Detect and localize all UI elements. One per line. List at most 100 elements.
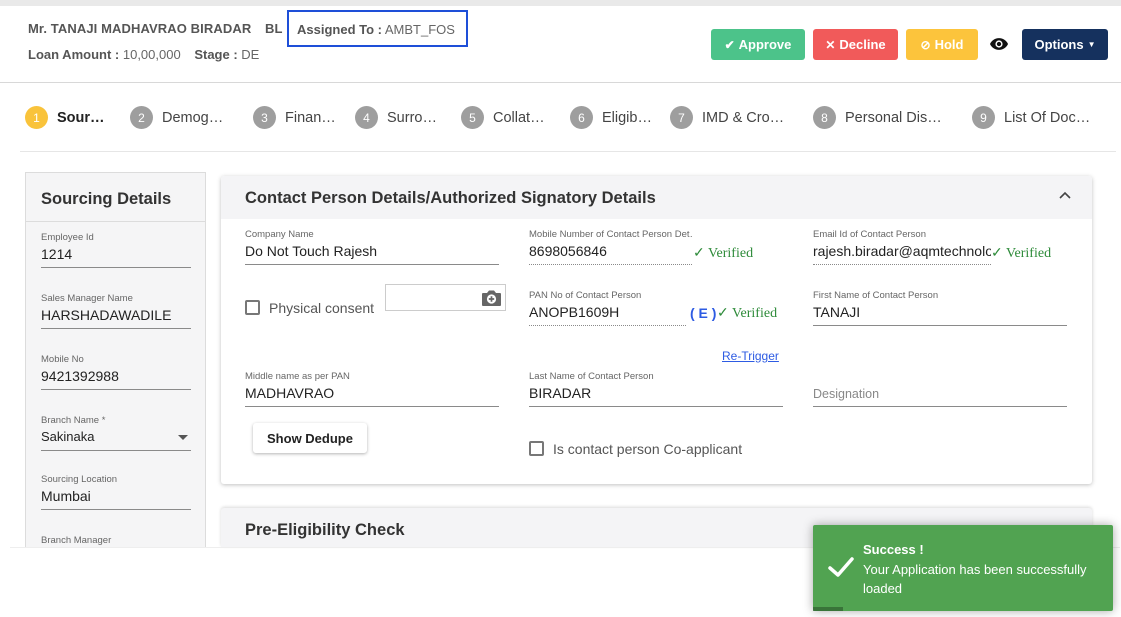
field-value: HARSHADAWADILE	[41, 307, 191, 329]
eye-icon[interactable]	[988, 34, 1010, 54]
camera-icon[interactable]	[481, 289, 502, 307]
step-label: Personal Dis…	[845, 109, 942, 126]
field-label: Email Id of Contact Person	[813, 229, 926, 240]
field-label: First Name of Contact Person	[813, 290, 939, 301]
decline-label: Decline	[839, 37, 886, 52]
pan-source-tag: ( E )	[690, 305, 717, 321]
step-number: 8	[813, 106, 836, 129]
step-label: Collat…	[493, 109, 545, 126]
field-value: TANAJI	[813, 304, 1067, 326]
step-label: Eligib…	[602, 109, 652, 126]
close-icon: ✕	[825, 37, 836, 52]
step-label: Sour…	[57, 109, 105, 126]
field-value: rajesh.biradar@aqmtechnolo	[813, 243, 991, 265]
step-eligibility[interactable]: 6 Eligib…	[570, 106, 652, 129]
field-value: 9421392988	[41, 368, 191, 390]
mobile-verified-badge: ✓ Verified	[693, 245, 753, 262]
step-number: 5	[461, 106, 484, 129]
first-name-field[interactable]: First Name of Contact Person TANAJI	[813, 290, 1067, 326]
verified-label: Verified	[707, 246, 754, 261]
step-number: 7	[670, 106, 693, 129]
step-personal-discussion[interactable]: 8 Personal Dis…	[813, 106, 942, 129]
field-label: Employee Id	[41, 232, 94, 243]
toast-title: Success !	[863, 542, 924, 557]
pre-eligibility-title: Pre-Eligibility Check	[245, 521, 405, 539]
toast-progress-bar	[813, 607, 843, 611]
email-verified-badge: ✓ Verified	[991, 245, 1051, 262]
header-divider	[0, 82, 1121, 83]
step-number: 4	[355, 106, 378, 129]
contact-mobile-field[interactable]: Mobile Number of Contact Person Det… 869…	[529, 229, 692, 265]
check-icon: ✓	[717, 306, 729, 321]
physical-consent-label: Physical consent	[269, 300, 375, 316]
toast-message: Your Application has been successfully l…	[863, 562, 1087, 596]
employee-id-field[interactable]: Employee Id 1214	[41, 232, 191, 268]
applicant-name: Mr. TANAJI MADHAVRAO BIRADAR	[28, 21, 252, 36]
hold-button[interactable]: ⊘ Hold	[906, 29, 978, 60]
step-demographic[interactable]: 2 Demog…	[130, 106, 223, 129]
step-imd[interactable]: 7 IMD & Cro…	[670, 106, 784, 129]
company-name-field[interactable]: Company Name Do Not Touch Rajesh	[245, 229, 499, 265]
hold-label: Hold	[934, 37, 964, 52]
branch-name-select[interactable]: Branch Name * Sakinaka	[41, 415, 191, 451]
field-label: Sales Manager Name	[41, 293, 133, 304]
step-surrogate[interactable]: 4 Surro…	[355, 106, 437, 129]
physical-consent-checkbox[interactable]	[245, 300, 260, 315]
field-value: 1214	[41, 246, 191, 268]
designation-input[interactable]: Designation	[813, 387, 1067, 407]
check-icon: ✓	[693, 246, 705, 261]
contact-card-title: Contact Person Details/Authorized Signat…	[245, 189, 656, 207]
loan-amount-label: Loan Amount :	[28, 47, 120, 62]
show-dedupe-button[interactable]: Show Dedupe	[253, 423, 367, 453]
pan-verified-badge: ✓ Verified	[717, 305, 777, 322]
sourcing-location-field[interactable]: Sourcing Location Mumbai	[41, 474, 191, 510]
field-label: Mobile No	[41, 354, 84, 365]
assigned-value: AMBT_FOS	[384, 22, 455, 37]
step-label: List Of Doc…	[1004, 109, 1091, 126]
consent-upload-field[interactable]	[385, 284, 506, 311]
step-financial[interactable]: 3 Finan…	[253, 106, 336, 129]
re-trigger-link[interactable]: Re-Trigger	[722, 349, 779, 363]
step-collateral[interactable]: 5 Collat…	[461, 106, 545, 129]
step-number: 9	[972, 106, 995, 129]
assigned-to-box: Assigned To : AMBT_FOS	[287, 10, 468, 47]
loan-amount-value: 10,00,000	[122, 47, 181, 62]
approve-label: Approve	[738, 37, 792, 52]
step-label: Surro…	[387, 109, 437, 126]
sales-manager-field[interactable]: Sales Manager Name HARSHADAWADILE	[41, 293, 191, 329]
block-icon: ⊘	[920, 37, 931, 52]
branch-manager-field[interactable]: Branch Manager	[41, 535, 191, 546]
step-label: Demog…	[162, 109, 224, 126]
chevron-up-icon[interactable]	[1058, 190, 1072, 200]
step-documents[interactable]: 9 List Of Doc…	[972, 106, 1090, 129]
pan-field[interactable]: PAN No of Contact Person ANOPB1609H	[529, 290, 686, 326]
field-value: Sakinaka	[41, 429, 95, 444]
field-label: PAN No of Contact Person	[529, 290, 642, 301]
options-button[interactable]: Options ▼	[1022, 29, 1108, 60]
options-label: Options	[1034, 37, 1084, 52]
caret-down-icon: ▼	[1087, 40, 1096, 49]
approve-button[interactable]: ✔ Approve	[711, 29, 805, 60]
field-value: ANOPB1609H	[529, 304, 686, 326]
success-toast[interactable]: Success ! Your Application has been succ…	[813, 525, 1113, 611]
step-sourcing[interactable]: 1 Sour…	[25, 106, 105, 129]
last-name-field[interactable]: Last Name of Contact Person BIRADAR	[529, 371, 783, 407]
product-code: BL	[265, 21, 283, 36]
field-label: Branch Manager	[41, 535, 112, 546]
sourcing-panel: Sourcing Details Employee Id 1214 Sales …	[25, 172, 206, 547]
dropdown-caret-icon	[178, 435, 188, 440]
contact-email-field[interactable]: Email Id of Contact Person rajesh.birada…	[813, 229, 991, 265]
mobile-no-field[interactable]: Mobile No 9421392988	[41, 354, 191, 390]
assigned-label: Assigned To :	[297, 22, 382, 37]
verified-label: Verified	[731, 306, 778, 321]
field-value: BIRADAR	[529, 385, 783, 407]
coapplicant-checkbox[interactable]	[529, 441, 544, 456]
stage-label: Stage :	[194, 47, 238, 62]
loan-summary: Loan Amount : 10,00,000 Stage : DE	[28, 47, 259, 62]
decline-button[interactable]: ✕ Decline	[813, 29, 898, 60]
middle-name-field[interactable]: Middle name as per PAN MADHAVRAO	[245, 371, 499, 407]
application-screen: Mr. TANAJI MADHAVRAO BIRADAR BL Assigned…	[0, 0, 1121, 617]
coapplicant-label: Is contact person Co-applicant	[553, 441, 743, 457]
check-icon: ✔	[724, 37, 735, 52]
stage-value: DE	[241, 47, 260, 62]
